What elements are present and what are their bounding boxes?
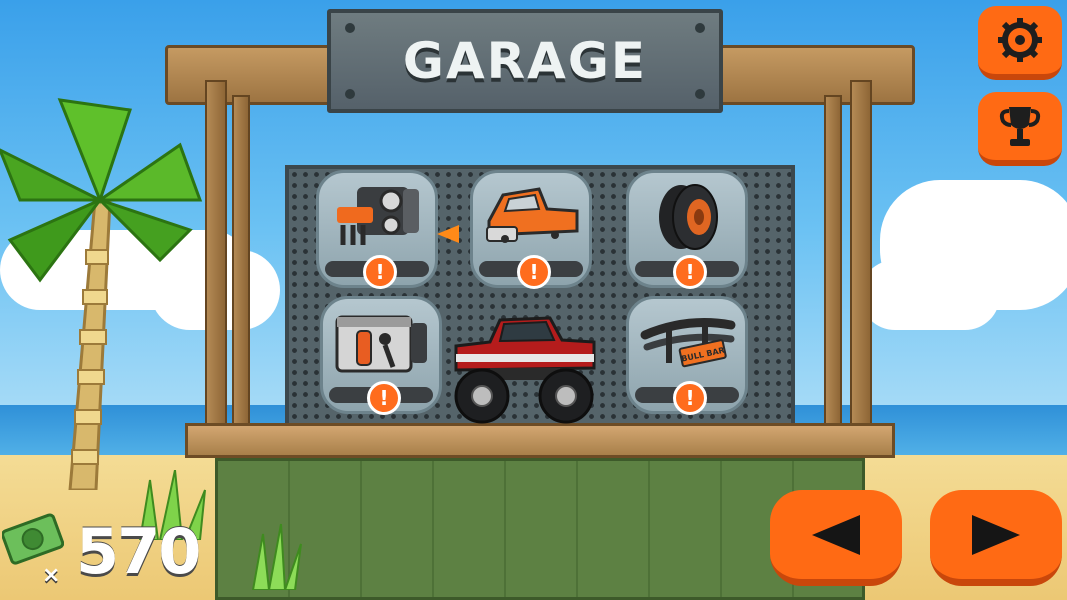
alert-badge: ! <box>367 381 401 415</box>
currency-multiplier: × <box>42 563 61 588</box>
alert-badge: ! <box>517 255 551 289</box>
currency-amount: 570 <box>76 515 201 588</box>
post <box>232 95 250 435</box>
monster-truck-icon <box>454 316 596 424</box>
garage-sign: GARAGE <box>327 9 723 113</box>
grass <box>251 523 302 590</box>
bolt <box>345 23 355 33</box>
previous-button[interactable] <box>770 490 902 586</box>
trophy-icon <box>999 107 1041 146</box>
next-button[interactable] <box>930 490 1062 586</box>
alert-badge: ! <box>673 255 707 289</box>
engine-icon <box>337 187 419 245</box>
currency-counter: × 570 <box>0 505 230 600</box>
gear-icon <box>998 18 1042 62</box>
trophies-button[interactable] <box>978 92 1062 166</box>
pointer-arrow-icon <box>437 225 459 243</box>
bolt <box>345 89 355 99</box>
suspension-icon <box>335 315 427 373</box>
counter-top <box>185 423 895 458</box>
settings-button[interactable] <box>978 6 1062 80</box>
upgrade-slot-engine[interactable]: ! <box>316 170 438 289</box>
post <box>205 80 227 440</box>
alert-badge: ! <box>673 381 707 415</box>
page-title: GARAGE <box>402 32 648 90</box>
counter-front <box>215 458 865 600</box>
truck-body-icon <box>486 187 579 243</box>
upgrade-slot-tires[interactable]: ! <box>626 170 748 289</box>
post <box>850 80 872 440</box>
post <box>824 95 842 435</box>
cash-icon <box>2 513 64 565</box>
bull-bar-icon: BULL BAR <box>640 318 736 368</box>
bolt <box>695 23 705 33</box>
alert-badge: ! <box>363 255 397 289</box>
arrow-left-icon <box>812 514 860 555</box>
upgrade-slot-bull-bar[interactable]: BULL BAR ! <box>626 296 748 415</box>
upgrade-slot-body[interactable]: ! <box>470 170 592 289</box>
tire-icon <box>659 184 718 250</box>
arrow-right-icon <box>972 514 1020 555</box>
game-scene: GARAGE ! ! ! ! BULL BAR ! × 570 <box>0 0 1067 600</box>
upgrade-slot-suspension[interactable]: ! <box>320 296 442 415</box>
bolt <box>695 89 705 99</box>
